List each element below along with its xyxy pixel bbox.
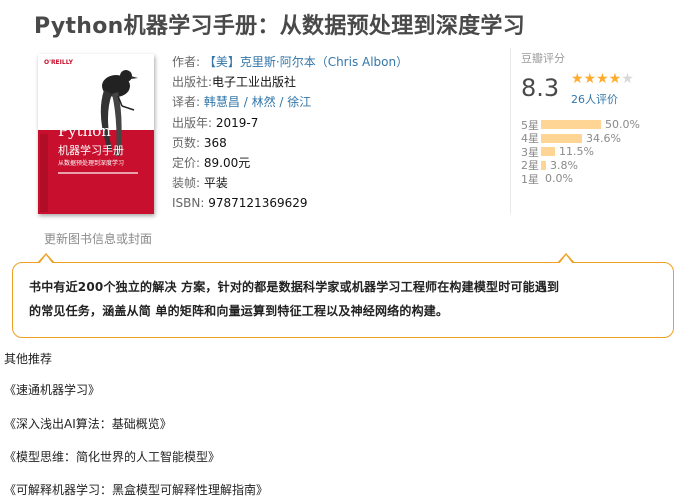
translator-separator: / <box>275 95 288 110</box>
rating-row-percent: 3.8% <box>550 158 578 172</box>
rating-panel: 豆瓣评分 8.3 ★★★★★ 26人评价 5星 50.0% 4星 34.6% 3星 1… <box>510 48 682 214</box>
isbn-label: ISBN: <box>172 196 205 211</box>
translator-link-2[interactable]: 林然 <box>252 95 276 109</box>
author-link[interactable]: 【美】克里斯·阿尔本（Chris Albon） <box>204 55 408 69</box>
description-line: 书中有近200个独立的解决 方案，针对的都是数据科学家或机器学习工程师在构建模型… <box>29 280 560 294</box>
rating-row-percent: 0.0% <box>545 172 573 186</box>
info-translator-row: 译者: 韩慧昌 / 林然 / 徐江 <box>172 92 408 112</box>
price-value: 89.00元 <box>203 156 251 171</box>
recommendation-item[interactable]: 《深入浅出AI算法：基础概览》 <box>4 415 172 432</box>
recommendation-item[interactable]: 《可解释机器学习：黑盒模型可解释性理解指南》 <box>4 481 268 496</box>
rating-score: 8.3 <box>521 74 560 102</box>
binding-label: 装帧: <box>172 176 201 191</box>
pages-value: 368 <box>203 135 227 150</box>
cover-divider <box>58 172 138 174</box>
author-label: 作者: <box>172 55 201 69</box>
rating-row-percent: 50.0% <box>605 118 640 132</box>
update-book-info-link[interactable]: 更新图书信息或封面 <box>44 230 152 247</box>
cover-title-cn: 机器学习手册 <box>58 144 124 157</box>
translator-link-1[interactable]: 韩慧昌 <box>204 95 240 109</box>
book-cover[interactable]: O'REILLY Python 机器学习手册 从数据预处理到深度学习 <box>38 54 154 214</box>
cover-spine <box>40 134 48 212</box>
rating-count: 26人评价 <box>571 91 618 107</box>
info-isbn-row: ISBN: 9787121369629 <box>172 193 408 213</box>
recommendation-item[interactable]: 《速通机器学习》 <box>4 381 100 398</box>
rating-count-link[interactable]: 26人评价 <box>571 93 618 106</box>
page-title: Python机器学习手册：从数据预处理到深度学习 <box>34 14 526 39</box>
callout-notch-inner <box>39 255 53 264</box>
rating-row-label: 1星 <box>521 172 539 186</box>
price-label: 定价: <box>172 156 201 171</box>
rating-distribution: 5星 50.0% 4星 34.6% 3星 11.5% 2星 3.8% 1星 0.0% <box>521 118 640 186</box>
book-info: 作者: 【美】克里斯·阿尔本（Chris Albon） 出版社:电子工业出版社 … <box>172 52 408 214</box>
publisher-label: 出版社: <box>172 75 213 90</box>
rating-row-percent: 34.6% <box>586 131 621 145</box>
info-binding-row: 装帧: 平装 <box>172 173 408 193</box>
publisher-logo: O'REILLY <box>44 59 73 66</box>
info-pages-row: 页数: 368 <box>172 133 408 153</box>
description-line: 的常见任务，涵盖从简 单的矩阵和向量运算到特征工程以及神经网络的构建。 <box>29 304 449 318</box>
isbn-value: 9787121369629 <box>208 196 308 211</box>
stars-empty: ★ <box>621 71 634 87</box>
rating-bar <box>541 120 601 130</box>
recommendations-heading: 其他推荐 <box>4 352 53 366</box>
callout-notch-inner <box>559 255 573 264</box>
binding-value: 平装 <box>203 176 228 191</box>
date-label: 出版年: <box>172 115 213 130</box>
cover-subtitle-cn: 从数据预处理到深度学习 <box>58 160 125 167</box>
info-date-row: 出版年: 2019-7 <box>172 113 408 133</box>
info-publisher-row: 出版社:电子工业出版社 <box>172 72 408 92</box>
info-price-row: 定价: 89.00元 <box>172 153 408 173</box>
info-author-row: 作者: 【美】克里斯·阿尔本（Chris Albon） <box>172 52 408 72</box>
recommendation-item[interactable]: 《模型思维：简化世界的人工智能模型》 <box>4 448 220 465</box>
rating-row-percent: 11.5% <box>559 145 594 159</box>
date-value: 2019-7 <box>215 115 259 130</box>
cover-title-en: Python <box>58 122 111 140</box>
translator-separator: / <box>239 95 252 110</box>
rating-title: 豆瓣评分 <box>521 52 565 65</box>
rating-bar <box>541 133 582 143</box>
rating-bar <box>541 160 546 170</box>
translator-link-3[interactable]: 徐江 <box>287 95 311 109</box>
pages-label: 页数: <box>172 135 201 150</box>
translator-label: 译者: <box>172 95 201 110</box>
book-description: 书中有近200个独立的解决 方案，针对的都是数据科学家或机器学习工程师在构建模型… <box>12 253 674 338</box>
stars-filled: ★★★★ <box>571 71 622 87</box>
rating-row: 1星 0.0% <box>521 172 640 186</box>
publisher-value: 电子工业出版社 <box>212 75 297 90</box>
rating-bar <box>541 147 555 157</box>
star-rating-icon: ★★★★★ <box>571 71 634 87</box>
